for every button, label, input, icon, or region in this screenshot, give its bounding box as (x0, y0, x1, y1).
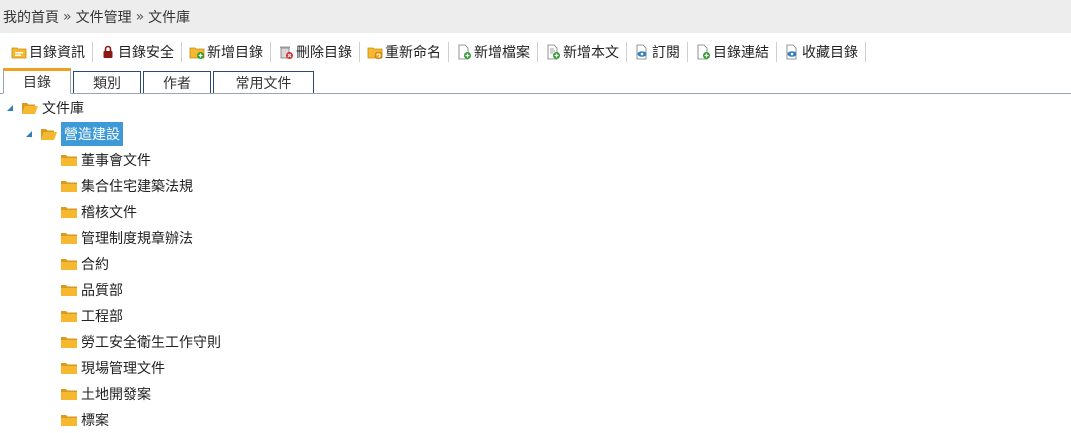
rename-button[interactable]: 重新命名 (362, 40, 446, 64)
tree-child-node[interactable]: 品質部 (60, 280, 123, 300)
tab-common-documents[interactable]: 常用文件 (213, 71, 314, 93)
rename-label: 重新命名 (385, 45, 441, 61)
breadcrumb-document-management[interactable]: 文件管理 (76, 7, 132, 27)
subscribe-label: 訂閱 (652, 45, 680, 61)
folder-icon (61, 363, 77, 374)
tree-child-label: 標案 (81, 413, 109, 429)
tree-child-label: 稽核文件 (81, 205, 137, 221)
toolbar-divider (92, 42, 93, 62)
lock-icon (103, 45, 113, 58)
tree-child-label: 管理制度規章辦法 (81, 231, 193, 247)
tree-child-node[interactable]: 管理制度規章辦法 (60, 228, 193, 248)
tree-selected-node[interactable]: 營造建設 (24, 122, 123, 146)
tree-child-label: 現場管理文件 (81, 361, 165, 377)
folder-icon (61, 181, 77, 192)
toolbar-divider (776, 42, 777, 62)
file-add-icon (458, 44, 471, 60)
tree-child-node[interactable]: 合約 (60, 254, 109, 274)
tree-child-node[interactable]: 稽核文件 (60, 202, 137, 222)
folder-link-label: 目錄連結 (713, 45, 769, 61)
toolbar-divider (359, 42, 360, 62)
folder-icon (61, 233, 77, 244)
folder-add-icon (189, 47, 205, 59)
tree-child-node[interactable]: 現場管理文件 (60, 358, 165, 378)
add-folder-label: 新增目錄 (207, 45, 263, 61)
toolbar-divider (537, 42, 538, 62)
folder-rename-icon (367, 47, 383, 60)
toolbar-divider (687, 42, 688, 62)
add-folder-button[interactable]: 新增目錄 (184, 40, 268, 64)
folder-info-label: 目錄資訊 (29, 45, 85, 61)
folder-icon (61, 389, 77, 400)
folder-security-label: 目錄安全 (118, 45, 174, 61)
folder-icon (61, 337, 77, 348)
folder-info-icon (11, 47, 27, 59)
folder-icon (61, 259, 77, 270)
tree-child-node[interactable]: 集合住宅建築法規 (60, 176, 193, 196)
toolbar: 目錄資訊 目錄安全 新增目錄 刪除目錄 重新命名 新增檔案 新增本文 訂閱 目錄… (0, 37, 1071, 67)
tree-child-label: 集合住宅建築法規 (81, 179, 193, 195)
favorite-folder-button[interactable]: 收藏目錄 (779, 40, 863, 64)
tree-child-label: 品質部 (81, 283, 123, 299)
tab-bar: 目錄 類別 作者 常用文件 (0, 68, 1071, 94)
trash-delete-icon (280, 46, 293, 59)
folder-link-button[interactable]: 目錄連結 (690, 40, 774, 64)
breadcrumb-home[interactable]: 我的首頁 (3, 7, 59, 27)
tree-selected-label: 營造建設 (61, 122, 123, 146)
folder-info-button[interactable]: 目錄資訊 (6, 40, 90, 64)
tab-common-documents-label: 常用文件 (235, 75, 292, 92)
toolbar-divider (865, 42, 866, 62)
tree-child-label: 勞工安全衛生工作守則 (81, 335, 221, 351)
add-text-button[interactable]: 新增本文 (540, 40, 624, 64)
tab-directory[interactable]: 目錄 (3, 68, 71, 94)
favorite-folder-label: 收藏目錄 (802, 45, 858, 61)
add-file-button[interactable]: 新增檔案 (451, 40, 535, 64)
toolbar-divider (181, 42, 182, 62)
favorite-eye-icon (786, 44, 797, 60)
tree-child-node[interactable]: 勞工安全衛生工作守則 (60, 332, 221, 352)
breadcrumb: 我的首頁 » 文件管理 » 文件庫 (0, 0, 1071, 33)
open-folder-icon (41, 129, 57, 140)
folder-icon (61, 415, 77, 426)
expanded-arrow-icon[interactable] (24, 129, 34, 139)
folder-icon (61, 207, 77, 218)
tree-child-node[interactable]: 土地開發案 (60, 384, 151, 404)
tab-category-label: 類別 (93, 75, 121, 92)
subscribe-eye-icon (636, 44, 647, 60)
subscribe-button[interactable]: 訂閱 (629, 40, 685, 64)
folder-security-button[interactable]: 目錄安全 (95, 40, 179, 64)
toolbar-divider (626, 42, 627, 62)
tree-child-label: 工程部 (81, 309, 123, 325)
tab-category[interactable]: 類別 (73, 71, 141, 93)
tree-child-node[interactable]: 標案 (60, 410, 109, 430)
open-folder-icon (22, 103, 38, 114)
breadcrumb-separator: » (135, 8, 145, 25)
tree-child-label: 土地開發案 (81, 387, 151, 403)
breadcrumb-document-library: 文件庫 (148, 9, 191, 26)
add-file-label: 新增檔案 (474, 45, 530, 61)
tree-child-label: 合約 (81, 257, 109, 273)
tree-child-node[interactable]: 工程部 (60, 306, 123, 326)
tree-child-label: 董事會文件 (81, 153, 151, 169)
breadcrumb-separator: » (63, 8, 72, 25)
delete-folder-label: 刪除目錄 (296, 45, 352, 61)
add-text-label: 新增本文 (563, 45, 619, 61)
tree-root-node[interactable]: 文件庫 (5, 98, 84, 118)
tree-root-label: 文件庫 (42, 101, 84, 117)
tab-author[interactable]: 作者 (143, 71, 211, 93)
folder-icon (61, 155, 77, 166)
folder-icon (61, 285, 77, 296)
tab-directory-label: 目錄 (23, 75, 51, 91)
toolbar-divider (270, 42, 271, 62)
tree-child-node[interactable]: 董事會文件 (60, 150, 151, 170)
expanded-arrow-icon[interactable] (5, 103, 15, 113)
tab-author-label: 作者 (163, 75, 191, 92)
delete-folder-button[interactable]: 刪除目錄 (273, 40, 357, 64)
toolbar-divider (448, 42, 449, 62)
document-add-icon (547, 44, 560, 60)
link-add-icon (697, 44, 710, 60)
folder-icon (61, 311, 77, 322)
